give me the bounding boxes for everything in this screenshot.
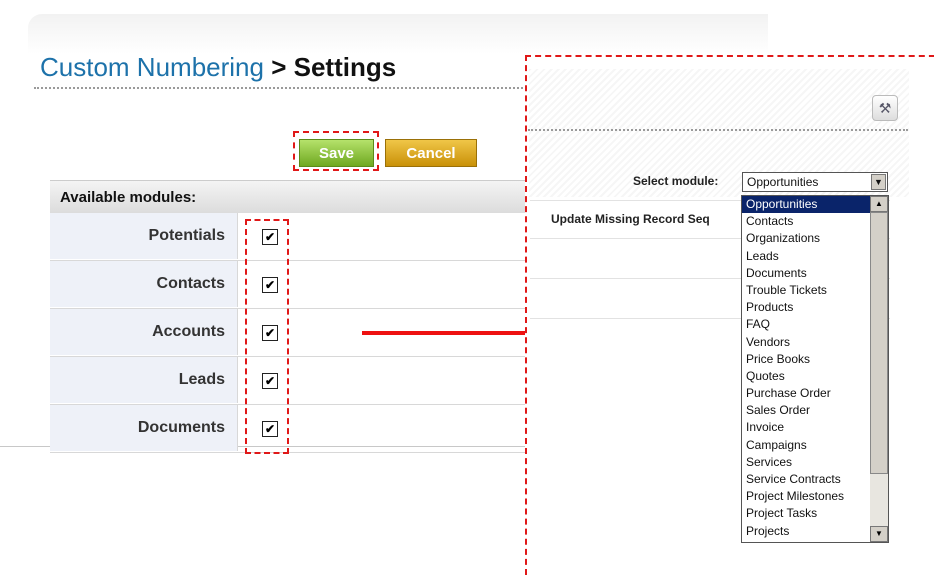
dropdown-option[interactable]: Trouble Tickets: [742, 282, 888, 299]
save-highlight-frame: [293, 131, 379, 171]
module-dropdown-list[interactable]: Opportunities Contacts Organizations Lea…: [741, 195, 889, 543]
scroll-thumb[interactable]: [870, 212, 888, 474]
checkbox-highlight-frame: [245, 219, 289, 454]
hammer-icon[interactable]: ⚒: [872, 95, 898, 121]
dropdown-option[interactable]: Projects: [742, 523, 888, 540]
selected-module: Opportunities: [747, 175, 819, 189]
select-module-label: Select module:: [633, 174, 719, 188]
dropdown-option[interactable]: Service Contracts: [742, 471, 888, 488]
chevron-down-icon[interactable]: ▼: [871, 174, 886, 190]
cancel-button[interactable]: Cancel: [385, 139, 477, 167]
module-label: Accounts: [50, 309, 238, 355]
module-row: Potentials ✔: [50, 213, 540, 261]
dropdown-option[interactable]: Price Books: [742, 351, 888, 368]
module-label: Documents: [50, 405, 238, 451]
module-row: Contacts ✔: [50, 261, 540, 309]
dropdown-option[interactable]: Project Tasks: [742, 505, 888, 522]
module-label: Leads: [50, 357, 238, 403]
page-title: Custom Numbering > Settings: [40, 52, 396, 83]
panel-divider: [528, 129, 908, 131]
dropdown-option[interactable]: Services: [742, 454, 888, 471]
title-divider: [34, 87, 534, 89]
dropdown-scrollbar[interactable]: ▲ ▼: [870, 196, 888, 542]
dropdown-option[interactable]: Leads: [742, 248, 888, 265]
dropdown-option[interactable]: Contacts: [742, 213, 888, 230]
dropdown-option[interactable]: Organizations: [742, 230, 888, 247]
title-settings: > Settings: [263, 52, 397, 82]
module-row: Documents ✔: [50, 405, 540, 453]
scroll-down-icon[interactable]: ▼: [870, 526, 888, 542]
dropdown-option[interactable]: Campaigns: [742, 437, 888, 454]
dropdown-option[interactable]: Invoice: [742, 419, 888, 436]
dropdown-option[interactable]: Sales Order: [742, 402, 888, 419]
dropdown-option[interactable]: FAQ: [742, 316, 888, 333]
module-select[interactable]: Opportunities ▼: [742, 172, 888, 192]
dropdown-option[interactable]: Purchase Order: [742, 385, 888, 402]
dropdown-option[interactable]: Quotes: [742, 368, 888, 385]
dropdown-option[interactable]: Products: [742, 299, 888, 316]
update-missing-label: Update Missing Record Seq: [551, 212, 710, 226]
scroll-up-icon[interactable]: ▲: [870, 196, 888, 212]
dropdown-option[interactable]: Project Milestones: [742, 488, 888, 505]
modules-header: Available modules:: [50, 180, 540, 213]
module-label: Contacts: [50, 261, 238, 307]
module-row: Leads ✔: [50, 357, 540, 405]
modules-table: Available modules: Potentials ✔ Contacts…: [50, 180, 540, 453]
dropdown-option[interactable]: Vendors: [742, 334, 888, 351]
module-label: Potentials: [50, 213, 238, 259]
custom-numbering-link[interactable]: Custom Numbering: [40, 52, 264, 82]
dropdown-option[interactable]: Opportunities: [742, 196, 888, 214]
dropdown-option[interactable]: Documents: [742, 265, 888, 282]
